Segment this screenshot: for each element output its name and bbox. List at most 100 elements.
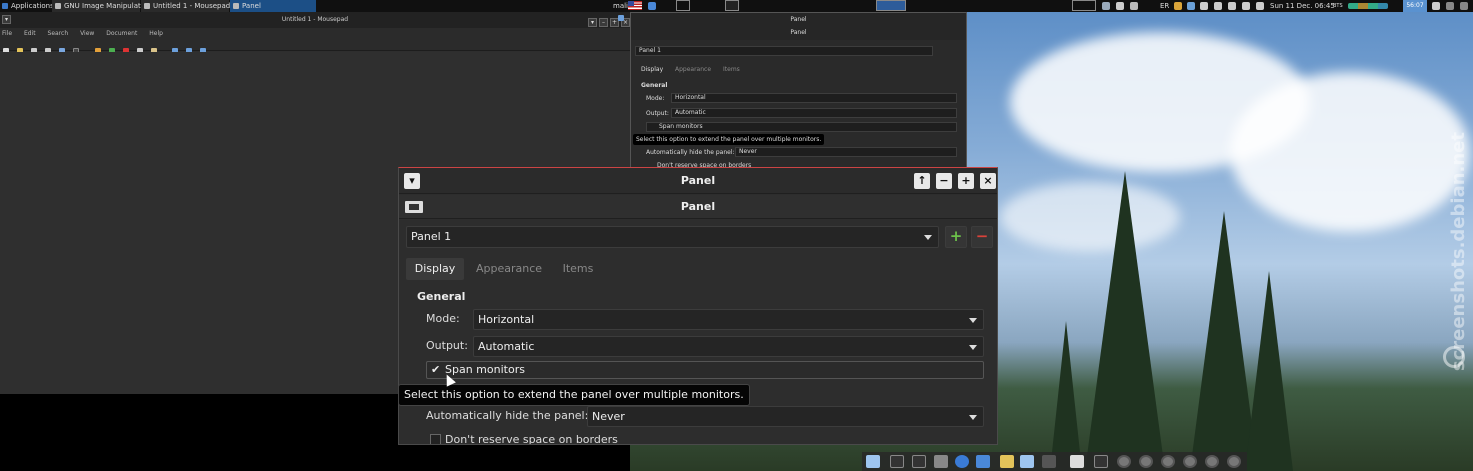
console-icon[interactable] bbox=[1094, 455, 1108, 468]
header-title: Panel bbox=[680, 200, 716, 213]
bell-icon[interactable] bbox=[1256, 2, 1264, 10]
shade-icon[interactable]: ↑ bbox=[914, 173, 930, 189]
show-desktop-icon[interactable] bbox=[866, 455, 880, 468]
task-label: Untitled 1 - Mousepad bbox=[153, 2, 231, 10]
us-flag-icon[interactable] bbox=[628, 1, 642, 10]
menu-search[interactable]: Search bbox=[48, 30, 69, 37]
small-mode-label: Mode: bbox=[646, 95, 665, 102]
volume-icon[interactable] bbox=[1200, 2, 1208, 10]
small-span-row[interactable]: Span monitors bbox=[646, 122, 957, 132]
tab-display[interactable]: Display bbox=[406, 258, 464, 280]
system-monitor-graph[interactable] bbox=[1348, 3, 1388, 9]
search-icon[interactable] bbox=[976, 455, 990, 468]
cloud-icon[interactable] bbox=[1116, 2, 1124, 10]
minimize-button[interactable]: – bbox=[599, 18, 608, 27]
tree bbox=[1245, 271, 1293, 471]
task-label: Panel bbox=[242, 2, 261, 10]
mousepad-icon bbox=[144, 3, 150, 9]
small-mode-select[interactable]: Horizontal bbox=[671, 93, 957, 103]
mousepad-titlebar[interactable]: ▾ Untitled 1 - Mousepad ▾ – + × bbox=[0, 12, 630, 28]
tab-items[interactable]: Items bbox=[556, 258, 600, 280]
small-titlebar[interactable]: Panel bbox=[631, 13, 966, 26]
keyboard-layout[interactable]: ER bbox=[1160, 0, 1169, 12]
menu-view[interactable]: View bbox=[80, 30, 94, 37]
output-label: Output: bbox=[426, 339, 468, 352]
workspace-4[interactable] bbox=[1072, 0, 1096, 11]
mode-select[interactable]: Horizontal bbox=[473, 309, 984, 330]
reserve-space-label: Don't reserve space on borders bbox=[445, 433, 618, 445]
menu-file[interactable]: File bbox=[2, 30, 12, 37]
dialog-titlebar[interactable]: ▾ Panel ↑ − + × bbox=[399, 168, 997, 194]
dialog-header: Panel bbox=[399, 195, 997, 219]
maximize-icon[interactable]: + bbox=[958, 173, 974, 189]
display-icon[interactable] bbox=[1102, 2, 1110, 10]
text-editor-icon[interactable] bbox=[1070, 455, 1084, 468]
chevron-down-icon bbox=[969, 345, 977, 350]
menu-help[interactable]: Help bbox=[149, 30, 163, 37]
task-gimp[interactable]: GNU Image Manipulatio... bbox=[52, 0, 154, 12]
gear-icon[interactable] bbox=[1205, 455, 1219, 468]
window-menu-button[interactable]: ▾ bbox=[2, 15, 11, 24]
workspace-3[interactable] bbox=[876, 0, 906, 11]
folder-icon[interactable] bbox=[1000, 455, 1014, 468]
clock[interactable]: Sun 11 Dec. 06:45 bbox=[1270, 0, 1335, 12]
gear-icon[interactable] bbox=[1161, 455, 1175, 468]
terminal-root-icon[interactable] bbox=[912, 455, 926, 468]
remove-panel-button[interactable]: − bbox=[971, 226, 993, 248]
web-browser-icon[interactable] bbox=[955, 455, 969, 468]
reserve-space-checkbox[interactable] bbox=[430, 434, 441, 444]
add-panel-button[interactable]: + bbox=[945, 226, 967, 248]
span-monitors-tooltip: Select this option to extend the panel o… bbox=[398, 384, 750, 406]
small-tab-appearance[interactable]: Appearance bbox=[675, 66, 711, 73]
bluetooth-icon[interactable] bbox=[1187, 2, 1195, 10]
screenshot-icon[interactable] bbox=[1432, 2, 1440, 10]
small-autohide-label: Automatically hide the panel: bbox=[646, 149, 735, 156]
close-icon[interactable]: × bbox=[980, 173, 996, 189]
tab-appearance[interactable]: Appearance bbox=[470, 258, 548, 280]
power-icon[interactable] bbox=[1228, 2, 1236, 10]
small-output-select[interactable]: Automatic bbox=[671, 108, 957, 118]
notification-icon[interactable] bbox=[1242, 2, 1250, 10]
gear-icon[interactable] bbox=[1139, 455, 1153, 468]
span-monitors-checkbox[interactable]: ✔ Span monitors bbox=[426, 361, 984, 379]
network-tool-icon[interactable] bbox=[1042, 455, 1056, 468]
small-tab-display[interactable]: Display bbox=[641, 66, 663, 73]
user-label[interactable]: mali bbox=[613, 0, 628, 12]
mode-label: Mode: bbox=[426, 312, 460, 325]
weather-icon[interactable] bbox=[1130, 2, 1138, 10]
clipboard-icon[interactable] bbox=[1174, 2, 1182, 10]
panel-select-value: Panel 1 bbox=[411, 230, 452, 243]
gear-icon[interactable] bbox=[1227, 455, 1241, 468]
workspace-2[interactable] bbox=[725, 0, 739, 11]
panel-select[interactable]: Panel 1 bbox=[406, 226, 939, 248]
fullscreen-icon[interactable] bbox=[618, 15, 624, 21]
small-tab-items[interactable]: Items bbox=[723, 66, 740, 73]
autohide-select[interactable]: Never bbox=[587, 406, 984, 427]
terminal-icon[interactable] bbox=[890, 455, 904, 468]
gear-icon[interactable] bbox=[1117, 455, 1131, 468]
menu-bar: File Edit Search View Document Help bbox=[0, 28, 630, 39]
settings-icon[interactable] bbox=[1446, 2, 1454, 10]
shade-button[interactable]: ▾ bbox=[588, 18, 597, 27]
small-section-general: General bbox=[641, 82, 668, 89]
window-icon[interactable] bbox=[1020, 455, 1034, 468]
gear-icon[interactable] bbox=[1183, 455, 1197, 468]
menu-edit[interactable]: Edit bbox=[24, 30, 36, 37]
small-panel-select[interactable]: Panel 1 bbox=[635, 46, 933, 56]
chevron-down-icon bbox=[969, 415, 977, 420]
speaker-icon[interactable] bbox=[1214, 2, 1222, 10]
small-autohide-select[interactable]: Never bbox=[735, 147, 957, 157]
minimize-icon[interactable]: − bbox=[936, 173, 952, 189]
output-select[interactable]: Automatic bbox=[473, 336, 984, 357]
menu-document[interactable]: Document bbox=[106, 30, 137, 37]
task-panel[interactable]: Panel bbox=[230, 0, 316, 12]
logout-icon[interactable] bbox=[1460, 2, 1468, 10]
workspace-1[interactable] bbox=[676, 0, 690, 11]
home-icon[interactable] bbox=[934, 455, 948, 468]
timer-display[interactable]: 56:07 bbox=[1403, 0, 1427, 12]
task-mousepad[interactable]: Untitled 1 - Mousepad bbox=[141, 0, 231, 12]
window-title: Untitled 1 - Mousepad bbox=[281, 16, 349, 23]
watermark-logo bbox=[1443, 346, 1465, 368]
applications-menu[interactable]: Applications bbox=[0, 0, 54, 12]
network-icon[interactable] bbox=[648, 2, 656, 10]
